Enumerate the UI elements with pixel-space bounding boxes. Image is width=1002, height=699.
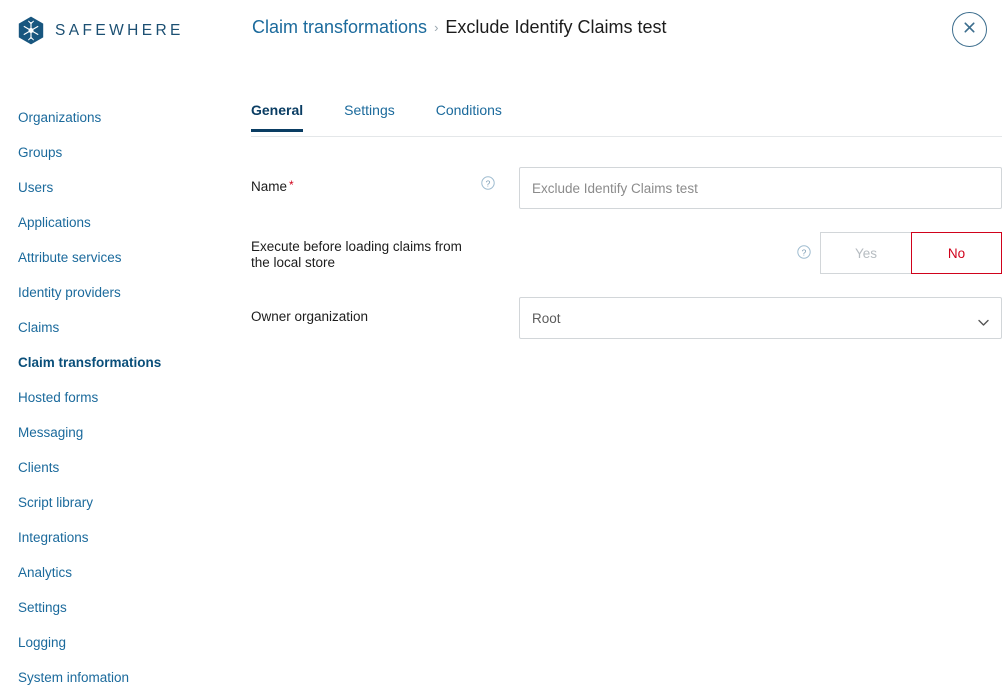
tab-settings[interactable]: Settings <box>344 100 395 131</box>
sidebar-nav: Organizations Groups Users Applications … <box>0 100 230 695</box>
form-row-execute-before: Execute before loading claims from the l… <box>251 232 1002 274</box>
brand-logo[interactable]: SAFEWHERE <box>18 16 184 45</box>
tab-general[interactable]: General <box>251 100 304 132</box>
sidebar-item-logging[interactable]: Logging <box>0 625 230 660</box>
owner-organization-control-slot <box>500 297 1002 339</box>
owner-organization-select-wrap <box>519 297 1002 339</box>
sidebar-item-analytics[interactable]: Analytics <box>0 555 230 590</box>
name-input[interactable] <box>519 167 1002 209</box>
form-row-owner-organization: Owner organization <box>251 297 1002 339</box>
close-x-icon <box>962 20 977 40</box>
name-label-text: Name <box>251 179 288 194</box>
sidebar-item-hosted-forms[interactable]: Hosted forms <box>0 380 230 415</box>
sidebar-item-system-information[interactable]: System infomation <box>0 660 230 695</box>
breadcrumb-current: Exclude Identify Claims test <box>445 17 667 37</box>
sidebar-item-claim-transformations[interactable]: Claim transformations <box>0 345 230 380</box>
execute-before-label: Execute before loading claims from the l… <box>251 239 462 270</box>
tab-conditions[interactable]: Conditions <box>436 100 502 131</box>
breadcrumb: Claim transformations › Exclude Identify… <box>252 17 667 38</box>
sidebar-item-clients[interactable]: Clients <box>0 450 230 485</box>
main-panel: General Settings Conditions Name * ? Exc… <box>251 100 1002 362</box>
owner-organization-label: Owner organization <box>251 309 369 324</box>
sidebar-item-organizations[interactable]: Organizations <box>0 100 230 135</box>
toggle-yes-button[interactable]: Yes <box>820 232 911 274</box>
sidebar-item-attribute-services[interactable]: Attribute services <box>0 240 230 275</box>
question-circle-icon[interactable]: ? <box>797 245 811 259</box>
owner-organization-help-spacer <box>481 297 500 306</box>
sidebar-item-users[interactable]: Users <box>0 170 230 205</box>
breadcrumb-separator-icon: › <box>434 20 439 35</box>
sidebar-item-settings[interactable]: Settings <box>0 590 230 625</box>
sidebar-item-groups[interactable]: Groups <box>0 135 230 170</box>
execute-before-toggle-group: Yes No <box>820 232 1002 274</box>
sidebar-item-identity-providers[interactable]: Identity providers <box>0 275 230 310</box>
toggle-no-button[interactable]: No <box>911 232 1002 274</box>
execute-before-control-slot: ? Yes No <box>500 232 1002 274</box>
name-help-slot: ? <box>481 167 500 190</box>
svg-text:?: ? <box>802 247 807 257</box>
sidebar-item-applications[interactable]: Applications <box>0 205 230 240</box>
brand-name: SAFEWHERE <box>55 21 184 39</box>
sidebar-item-messaging[interactable]: Messaging <box>0 415 230 450</box>
snowflake-hexagon-icon <box>18 16 44 45</box>
top-bar: SAFEWHERE Claim transformations › Exclud… <box>0 0 1002 60</box>
name-field-label: Name * <box>251 167 481 195</box>
sidebar-item-integrations[interactable]: Integrations <box>0 520 230 555</box>
general-form: Name* ? Execute before loading claims <box>251 137 1002 339</box>
question-circle-icon[interactable]: ? <box>481 176 495 190</box>
close-button[interactable] <box>952 12 987 47</box>
execute-before-help-icon-wrap: ? <box>797 232 811 259</box>
breadcrumb-parent-link[interactable]: Claim transformations <box>252 17 427 38</box>
form-row-name: Name * ? <box>251 167 1002 209</box>
sidebar-item-claims[interactable]: Claims <box>0 310 230 345</box>
sidebar-item-script-library[interactable]: Script library <box>0 485 230 520</box>
app-root: SAFEWHERE Claim transformations › Exclud… <box>0 0 1002 699</box>
owner-organization-select[interactable] <box>519 297 1002 339</box>
required-asterisk: * <box>289 178 294 192</box>
execute-before-help-spacer <box>481 232 500 241</box>
tab-bar: General Settings Conditions <box>251 100 1002 137</box>
svg-text:?: ? <box>486 178 491 188</box>
name-control-slot <box>500 167 1002 209</box>
